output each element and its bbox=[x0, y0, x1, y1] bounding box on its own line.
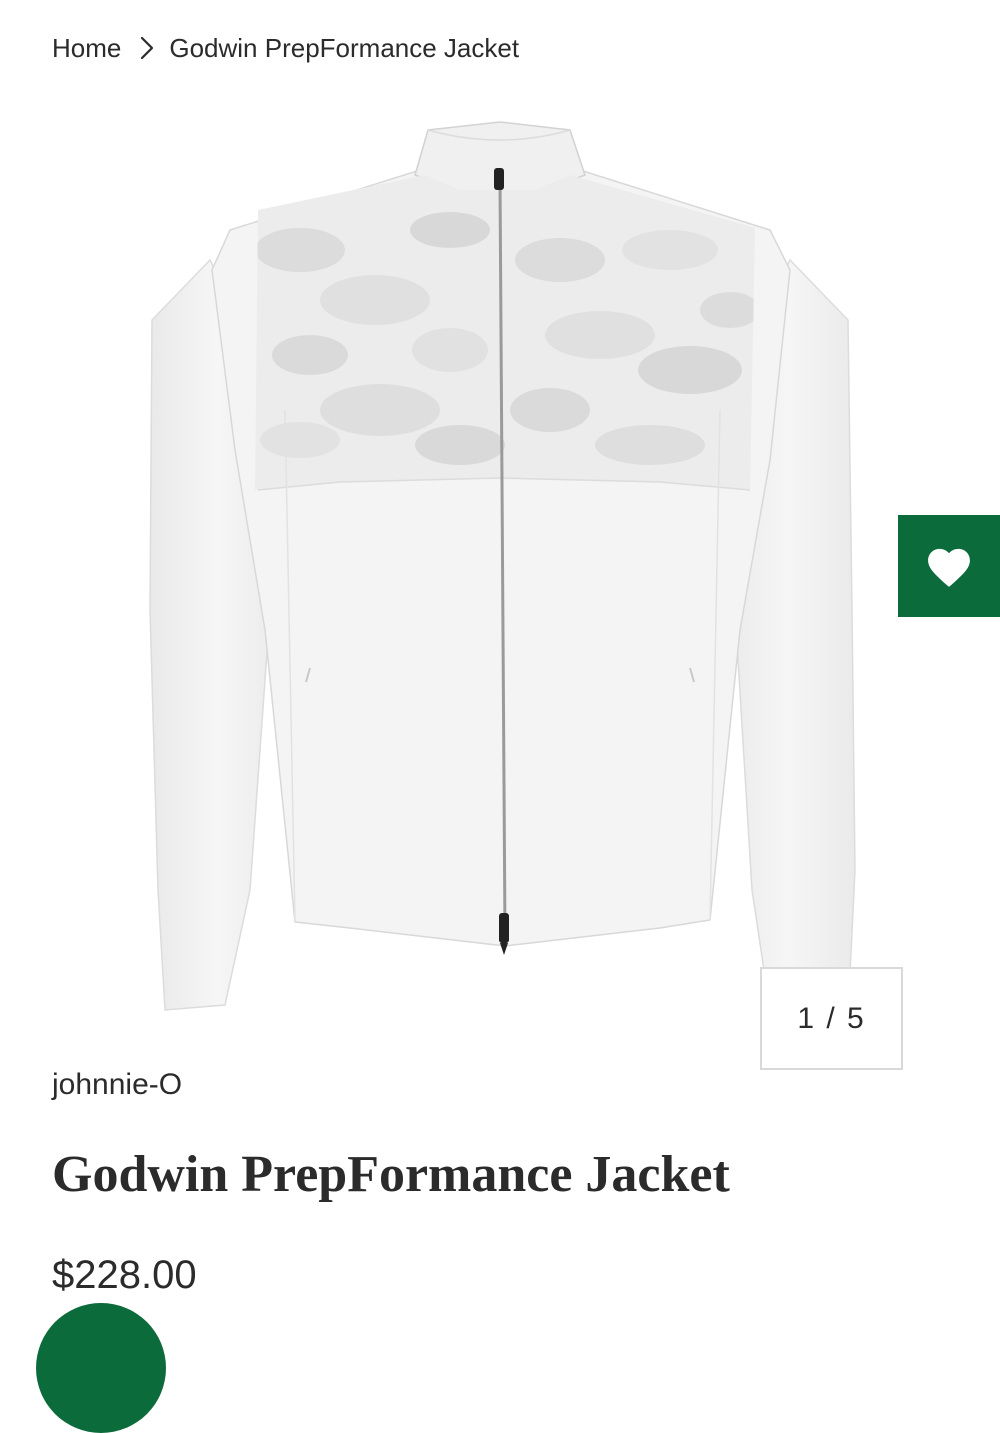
floating-action-button[interactable] bbox=[36, 1303, 166, 1433]
product-brand[interactable]: johnnie-O bbox=[52, 1068, 182, 1102]
product-price: $228.00 bbox=[52, 1253, 197, 1297]
heart-icon bbox=[928, 548, 970, 587]
image-counter-text: 1 / 5 bbox=[797, 1001, 866, 1035]
breadcrumb: Home Godwin PrepFormance Jacket bbox=[52, 28, 519, 68]
product-image[interactable] bbox=[130, 110, 870, 1020]
chevron-right-icon bbox=[139, 35, 155, 61]
product-title: Godwin PrepFormance Jacket bbox=[52, 1146, 730, 1203]
product-image-gallery[interactable]: 1 / 5 bbox=[0, 100, 1000, 1070]
breadcrumb-home-link[interactable]: Home bbox=[52, 33, 121, 64]
wishlist-button[interactable] bbox=[898, 515, 1000, 617]
image-counter: 1 / 5 bbox=[760, 967, 903, 1070]
breadcrumb-current: Godwin PrepFormance Jacket bbox=[169, 32, 520, 63]
